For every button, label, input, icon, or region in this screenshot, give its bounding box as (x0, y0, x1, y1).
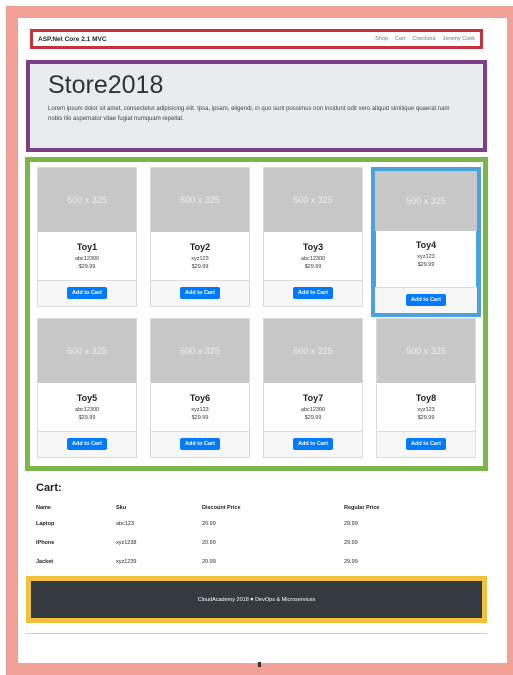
add-to-cart-button[interactable]: Add to Cart (180, 287, 220, 299)
product-image-placeholder: 500 x 325 (377, 319, 475, 383)
product-card: 500 x 325 Toy2 xyz123 $29.99 Add to Cart (150, 167, 250, 307)
add-to-cart-button[interactable]: Add to Cart (180, 438, 220, 450)
product-grid: 500 x 325 Toy1 abc12300 $29.99 Add to Ca… (25, 157, 488, 471)
product-card: 500 x 325 Toy3 abc12300 $29.99 Add to Ca… (263, 167, 363, 307)
product-name: Toy7 (302, 393, 324, 403)
footer-text: CloudAcademy 2018 ♥ DevOps & Microservic… (197, 596, 316, 603)
jumbotron: Store2018 Lorem ipsum dolor sit amet, co… (26, 60, 487, 152)
table-row: Laptop abc123 20.99 29.99 (36, 514, 464, 533)
cell-name: iPhone (36, 539, 55, 546)
card-footer: Add to Cart (375, 287, 477, 313)
product-card: 500 x 325 Toy7 abc12300 $29.99 Add to Ca… (263, 318, 363, 458)
nav-link-cart[interactable]: Cart (395, 36, 405, 42)
product-price: $29.99 (304, 415, 322, 421)
jumbotron-text: Lorem ipsum dolor sit amet, consectetur … (48, 106, 450, 122)
product-name: Toy2 (189, 242, 211, 252)
table-row: Jacket xyz1239 20.99 29.99 (36, 552, 464, 571)
cell-sku: abc123 (116, 520, 135, 527)
product-image-placeholder: 500 x 325 (375, 171, 477, 231)
cart-title: Cart: (36, 482, 62, 494)
card-footer: Add to Cart (38, 431, 136, 457)
product-image-placeholder: 500 x 325 (264, 319, 362, 383)
card-footer: Add to Cart (151, 431, 249, 457)
product-card: 500 x 325 Toy1 abc12300 $29.99 Add to Ca… (37, 167, 137, 307)
product-name: Toy4 (415, 240, 437, 250)
nav-link-user[interactable]: Jeremy Cook (443, 36, 475, 42)
product-price: $29.99 (78, 264, 96, 270)
divider (26, 633, 487, 634)
product-price: $29.99 (191, 415, 209, 421)
column-header-name: Name (36, 505, 51, 511)
add-to-cart-button[interactable]: Add to Cart (406, 294, 446, 306)
product-sku: abc12300 (300, 256, 326, 262)
card-footer: Add to Cart (264, 431, 362, 457)
product-sku: xyz123 (191, 407, 209, 413)
cell-discount-price: 20.99 (202, 558, 216, 565)
cell-regular-price: 29.99 (344, 520, 358, 527)
card-footer: Add to Cart (264, 280, 362, 306)
add-to-cart-button[interactable]: Add to Cart (67, 438, 107, 450)
product-image-placeholder: 500 x 325 (151, 319, 249, 383)
add-to-cart-button[interactable]: Add to Cart (293, 438, 333, 450)
card-footer: Add to Cart (151, 280, 249, 306)
column-header-sku: Sku (116, 505, 127, 511)
cell-discount-price: 20.99 (202, 520, 216, 527)
cell-discount-price: 20.99 (202, 539, 216, 546)
nav-link-shop[interactable]: Shop (375, 36, 388, 42)
product-name: Toy6 (189, 393, 211, 403)
product-price: $29.99 (191, 264, 209, 270)
column-header-discount-price: Discount Price (202, 505, 241, 511)
table-row: iPhone xyz1238 20.99 29.99 (36, 533, 464, 552)
edge-mark (258, 662, 261, 667)
product-sku: abc12300 (300, 407, 326, 413)
column-header-regular-price: Regular Price (344, 505, 380, 511)
product-sku: xyz123 (417, 254, 435, 260)
product-image-placeholder: 500 x 325 (38, 168, 136, 232)
product-price: $29.99 (78, 415, 96, 421)
product-card: 500 x 325 Toy6 xyz123 $29.99 Add to Cart (150, 318, 250, 458)
cell-name: Jacket (36, 558, 54, 565)
card-footer: Add to Cart (377, 431, 475, 457)
product-card-highlighted: 500 x 325 Toy4 xyz123 $29.99 Add to Cart (371, 167, 481, 317)
navbar-brand[interactable]: ASP.Net Core 2.1 MVC (38, 36, 107, 43)
product-name: Toy1 (76, 242, 98, 252)
add-to-cart-button[interactable]: Add to Cart (293, 287, 333, 299)
navbar-links: Shop Cart Checkout Jeremy Cook (375, 36, 475, 42)
cell-regular-price: 29.99 (344, 539, 358, 546)
product-card: 500 x 325 Toy5 abc12300 $29.99 Add to Ca… (37, 318, 137, 458)
page-footer: CloudAcademy 2018 ♥ DevOps & Microservic… (26, 576, 487, 623)
add-to-cart-button[interactable]: Add to Cart (67, 287, 107, 299)
product-sku: abc12300 (74, 256, 100, 262)
cell-sku: xyz1239 (116, 558, 137, 565)
product-image-placeholder: 500 x 325 (151, 168, 249, 232)
add-to-cart-button[interactable]: Add to Cart (406, 438, 446, 450)
product-price: $29.99 (304, 264, 322, 270)
product-name: Toy5 (76, 393, 98, 403)
cell-regular-price: 29.99 (344, 558, 358, 565)
product-price: $29.99 (417, 262, 435, 268)
product-price: $29.99 (417, 415, 435, 421)
cell-name: Laptop (36, 520, 55, 527)
card-footer: Add to Cart (38, 280, 136, 306)
product-sku: abc12300 (74, 407, 100, 413)
product-sku: xyz123 (191, 256, 209, 262)
cart-section: Cart: Name Sku Discount Price Regular Pr… (26, 474, 487, 576)
product-name: Toy3 (302, 242, 324, 252)
page-title: Store2018 (48, 71, 164, 99)
product-card: 500 x 325 Toy8 xyz123 $29.99 Add to Cart (376, 318, 476, 458)
navbar: ASP.Net Core 2.1 MVC Shop Cart Checkout … (30, 29, 483, 49)
product-image-placeholder: 500 x 325 (38, 319, 136, 383)
cell-sku: xyz1238 (116, 539, 137, 546)
cart-header-row: Name Sku Discount Price Regular Price (36, 502, 464, 514)
cart-table: Name Sku Discount Price Regular Price La… (36, 502, 464, 571)
nav-link-checkout[interactable]: Checkout (412, 36, 435, 42)
product-name: Toy8 (415, 393, 437, 403)
product-image-placeholder: 500 x 325 (264, 168, 362, 232)
product-sku: xyz123 (417, 407, 435, 413)
